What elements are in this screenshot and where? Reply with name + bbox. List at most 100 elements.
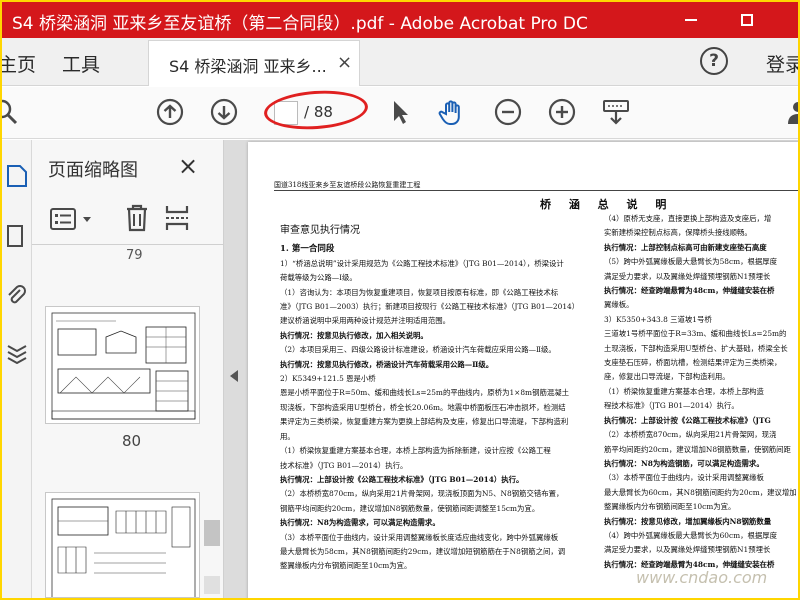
zoom-in-icon[interactable] — [548, 98, 576, 126]
toolbar-divider — [32, 244, 224, 245]
text-line: 执行情况：上部设计按《公路工程技术标准》（JTG — [604, 415, 771, 425]
maximize-button[interactable] — [724, 2, 770, 38]
text-line: 现浇板，下部构造采用U型桥台，桥全长20.06m。地震中桥面板压石冲击损坏，检测… — [280, 402, 566, 412]
text-line: （1）桥梁恢复重建方案基本合理，本桥上部构造 — [604, 386, 764, 396]
text-line: 实新建桥梁控制点标高，保障桥头接线顺畅。 — [604, 228, 752, 238]
bookmarks-icon[interactable] — [6, 224, 28, 248]
thumbnail-page-80[interactable] — [45, 306, 200, 424]
thumbnail-toolbar — [32, 194, 224, 245]
window-title: S4 桥梁涵洞 亚来乡至友谊桥（第二合同段）.pdf - Adobe Acrob… — [12, 14, 588, 34]
text-line: 果评定为三类桥梁，恢复重建方案为更换上部结构及支座，修复出口导流堤，下部构造利 — [280, 417, 569, 427]
minimize-icon — [685, 19, 697, 21]
text-line: 三道坡1号桥平面位于R=33m、缓和曲线长Ls=25m的 — [604, 329, 787, 339]
text-line: 执行情况：按意见执行修改，加入相关说明。 — [280, 330, 428, 340]
text-line: 执行情况：经查跨端悬臂为48cm，伸缝缝安装在桥 — [604, 286, 775, 296]
text-line: 执行情况：按意见执行修改，桥涵设计汽车荷载采用公路—Ⅱ级。 — [280, 359, 494, 369]
close-tab-icon[interactable]: × — [337, 52, 352, 73]
text-line: 1）“桥涵总说明”设计采用规范为《公路工程技术标准》（JTG B01—2014）… — [280, 258, 564, 268]
page-layout-icon[interactable] — [164, 204, 190, 232]
document-title: 桥 涵 总 说 明 — [540, 198, 674, 211]
text-line: 建议桥涵说明中采用两种设计规范并注明适用范围。 — [280, 316, 450, 326]
minimize-button[interactable] — [668, 2, 714, 38]
text-line: 准》（JTG B01—2003）执行；新建项目按现行《公路工程技术标准》（JTG… — [280, 302, 576, 312]
text-line: 用。 — [280, 431, 295, 441]
site-watermark: www.cndao.com — [636, 568, 768, 587]
previous-page-icon[interactable] — [156, 98, 184, 126]
text-line: 1. 第一合同段 — [280, 244, 335, 255]
text-line: 执行情况：N8为构造需求，可以满足构造需求。 — [280, 518, 440, 528]
text-line: 座，修复出口导流堤，下部构造利用。 — [604, 372, 730, 382]
acrobat-window: S4 桥梁涵洞 亚来乡至友谊桥（第二合同段）.pdf - Adobe Acrob… — [2, 2, 798, 598]
help-icon[interactable]: ? — [700, 47, 728, 75]
text-line: 土现浇板，下部构造采用U型桥台、扩大基础，桥梁全长 — [604, 343, 788, 353]
text-line: 最大悬臂长为60cm，其N8钢筋间距约为20cm，建议增加 — [604, 487, 797, 497]
header-rule — [274, 190, 798, 191]
chevron-down-icon[interactable] — [82, 216, 92, 224]
text-line: 满足受力要求，以及翼缘处焊缝预埋钢筋N1预埋长 — [604, 271, 771, 281]
text-line: 执行情况：N8为构造钢筋，可以满足构造需求。 — [604, 458, 764, 468]
main-toolbar: / 88 — [2, 87, 798, 139]
thumbnail-scrollbar-arrow[interactable] — [204, 576, 220, 594]
close-panel-icon[interactable]: × — [178, 152, 198, 180]
panel-title: 页面缩略图 — [48, 160, 138, 181]
thumbnail-page-81[interactable] — [45, 492, 200, 598]
maximize-icon — [741, 14, 753, 26]
highlight-annotation-oval — [262, 87, 370, 133]
document-tab-label: S4 桥梁涵洞 亚来乡... — [169, 57, 327, 76]
text-line: （1）桥梁恢复重建方案基本合理，本桥上部构造为拆除新建，设计应按《公路工程 — [280, 446, 551, 456]
page-number-80: 80 — [122, 432, 142, 450]
text-line: （5）跨中外弧翼缘板最大悬臂长为58cm，根据厚度 — [604, 257, 778, 267]
attachments-icon[interactable] — [6, 284, 28, 308]
thumbnail-drawing — [51, 312, 196, 420]
text-line: 整翼缘板内分布钢筋间距至10cm为宜。 — [280, 561, 412, 571]
title-bar: S4 桥梁涵洞 亚来乡至友谊桥（第二合同段）.pdf - Adobe Acrob… — [2, 2, 798, 38]
left-text-column: 审查意见执行情况 1. 第一合同段 1）“桥涵总说明”设计采用规范为《公路工程技术标… — [280, 224, 576, 574]
text-line: 技术标准》（JTG B01—2014）执行。 — [280, 460, 408, 470]
nav-home[interactable]: 主页 — [2, 50, 36, 77]
text-line: （3）本桥平面位于曲线内，设计采用调整翼缘板长度适应曲线变化，跨中外弧翼缘板 — [280, 532, 559, 542]
options-menu-icon[interactable] — [50, 208, 78, 230]
text-line: 执行情况：按意见修改，增加翼缘板内N8钢筋数量 — [604, 516, 772, 526]
text-line: （4）跨中外弧翼缘板最大悬臂长为60cm，根据厚度 — [604, 530, 778, 540]
next-page-icon[interactable] — [210, 98, 238, 126]
text-line: 执行情况：上部控制点标高可由新建支座垫石高度 — [604, 242, 767, 252]
text-line: （4）原桥无支座，直接更换上部构造及支座后，增 — [604, 214, 772, 223]
sign-in-link[interactable]: 登录 — [766, 50, 798, 77]
delete-page-icon[interactable] — [124, 204, 150, 232]
page-header: 国道318线亚来乡至友谊桥段公路恢复重建工程 — [274, 181, 421, 189]
document-view[interactable]: 国道318线亚来乡至友谊桥段公路恢复重建工程 桥 涵 总 说 明 审查意见执行情… — [224, 140, 798, 598]
thumbnail-drawing — [51, 498, 196, 597]
read-mode-icon[interactable] — [602, 98, 630, 126]
text-line: （3）本桥平面位于曲线内，设计采用调整翼缘板 — [604, 473, 764, 483]
text-line: 2）K5349+121.5 恩是小桥 — [280, 374, 376, 384]
text-line: 支座垫石压碎，桥面坑槽，检测结果评定为三类桥梁， — [604, 358, 782, 368]
right-text-column: （4）原桥无支座，直接更换上部构造及支座后，增 实新建桥梁控制点标高，保障桥头接线… — [604, 212, 798, 572]
text-line: 审查意见执行情况 — [280, 225, 360, 236]
page-thumbnails-icon[interactable] — [6, 164, 28, 188]
left-tool-rail — [2, 140, 32, 598]
page-number-79: 79 — [126, 248, 143, 263]
document-tab[interactable]: S4 桥梁涵洞 亚来乡... × — [148, 40, 360, 86]
text-line: （2）本桥桥宽870cm，纵向采用21片骨架网，现浇 — [604, 430, 777, 440]
nav-tools[interactable]: 工具 — [62, 50, 100, 77]
hand-tool-icon[interactable] — [438, 98, 466, 126]
select-cursor-icon[interactable] — [386, 98, 414, 126]
tab-bar: 主页 工具 S4 桥梁涵洞 亚来乡... × ? 登录 — [2, 38, 798, 86]
text-line: 翼缘板。 — [604, 300, 634, 310]
page-thumbnails-panel: 页面缩略图 × 79 80 — [32, 140, 224, 598]
text-line: 执行情况：上部设计按《公路工程技术标准》（JTG B01—2014）执行。 — [280, 474, 524, 484]
text-line: 整翼缘板内分布钢筋间距至10cm为宜。 — [604, 502, 736, 512]
layers-icon[interactable] — [6, 340, 28, 364]
text-line: （2）本桥桥宽870cm，纵向采用21片骨架网，现浇板顶面为N5、N8钢筋交错布… — [280, 489, 564, 499]
user-icon[interactable] — [784, 98, 798, 126]
text-line: （2）本项目采用三、四级公路设计标准建设，桥涵设计汽车荷载应采用公路—Ⅱ级。 — [280, 345, 556, 355]
text-line: 筋平均间距约20cm，建议增加N8钢筋数量，使钢筋间距 — [604, 444, 791, 454]
text-line: 恩是小桥平面位于R=50m、缓和曲线长Ls=25m的平曲线内，原桥为1×8m钢筋… — [280, 388, 570, 398]
collapse-panel-icon[interactable] — [230, 370, 238, 382]
text-line: 满足受力要求，以及翼缘处焊缝预埋钢筋N1预埋长 — [604, 545, 771, 555]
text-line: 3）K5350+343.8 三道坡1号桥 — [604, 314, 712, 324]
thumbnail-scrollbar[interactable] — [204, 520, 220, 546]
zoom-out-icon[interactable] — [494, 98, 522, 126]
search-icon[interactable] — [2, 98, 20, 126]
text-line: 程技术标准》（JTG B01—2014）执行。 — [604, 401, 739, 411]
